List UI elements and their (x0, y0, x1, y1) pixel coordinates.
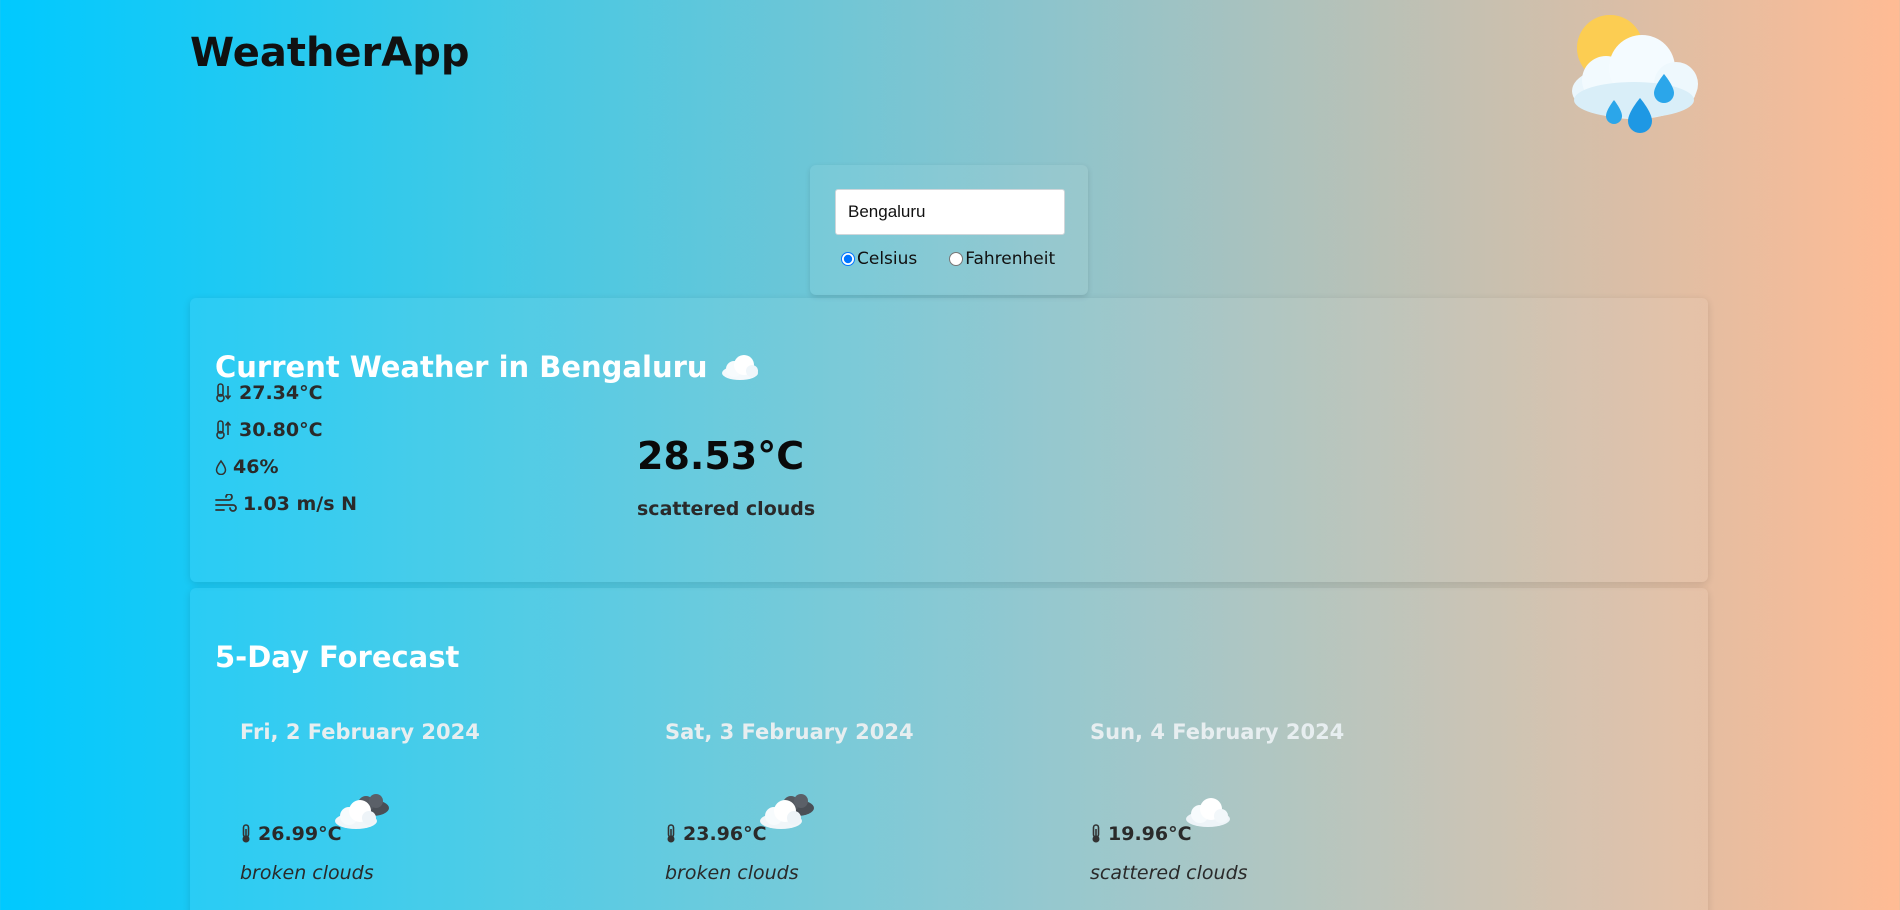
current-weather-card: Current Weather in Bengaluru 27.34°C 30.… (190, 298, 1708, 582)
forecast-temp: 26.99°C (240, 823, 342, 845)
broken-clouds-icon (760, 794, 814, 829)
min-temp-value: 27.34°C (239, 382, 323, 404)
current-weather-heading: Current Weather in Bengaluru (215, 350, 760, 384)
cloud-icon (721, 355, 758, 380)
max-temp: 30.80°C (215, 419, 323, 441)
forecast-date: Fri, 2 February 2024 (240, 720, 480, 744)
forecast-date: Sun, 4 February 2024 (1090, 720, 1345, 744)
broken-clouds-icon (335, 794, 389, 829)
celsius-label: Celsius (857, 249, 918, 269)
thermometer-icon (242, 824, 250, 843)
celsius-option[interactable]: Celsius (835, 249, 917, 269)
forecast-title: 5-Day Forecast (215, 640, 460, 674)
fahrenheit-option[interactable]: Fahrenheit (943, 249, 1055, 269)
app-title: WeatherApp (190, 30, 470, 76)
forecast-temp-value: 19.96°C (1108, 823, 1192, 845)
thermometer-icon (667, 824, 675, 843)
fahrenheit-label: Fahrenheit (965, 249, 1056, 269)
current-condition: scattered clouds (637, 498, 816, 520)
current-weather-title: Current Weather in Bengaluru (215, 350, 708, 384)
humidity: 46% (215, 456, 278, 478)
min-temp: 27.34°C (215, 382, 323, 404)
fahrenheit-radio[interactable] (949, 252, 964, 266)
forecast-temp-value: 26.99°C (258, 823, 342, 845)
celsius-radio[interactable] (841, 252, 855, 266)
forecast-date: Sat, 3 February 2024 (665, 720, 914, 744)
forecast-desc: scattered clouds (1090, 862, 1248, 884)
forecast-day: Sun, 4 February 2024 19.96°C scattered c… (1090, 720, 1470, 900)
forecast-day: Fri, 2 February 2024 26.99°C broken clou… (240, 720, 620, 900)
wind-icon (215, 494, 237, 512)
thermometer-down-icon (216, 383, 232, 403)
search-panel: Celsius Fahrenheit (810, 165, 1088, 295)
unit-selector: Celsius Fahrenheit (835, 249, 1072, 269)
city-search-input[interactable] (835, 189, 1065, 235)
forecast-desc: broken clouds (665, 862, 799, 884)
thermometer-icon (1092, 824, 1100, 843)
forecast-card: 5-Day Forecast Fri, 2 February 2024 26.9… (190, 588, 1708, 910)
forecast-day: Sat, 3 February 2024 23.96°C broken clou… (665, 720, 1045, 900)
forecast-temp-value: 23.96°C (683, 823, 767, 845)
forecast-temp: 23.96°C (665, 823, 767, 845)
forecast-desc: broken clouds (240, 862, 374, 884)
forecast-temp: 19.96°C (1090, 823, 1192, 845)
max-temp-value: 30.80°C (239, 419, 323, 441)
current-temperature: 28.53°C (637, 434, 805, 478)
wind: 1.03 m/s N (215, 493, 357, 515)
sun-cloud-rain-icon (1568, 8, 1700, 140)
scattered-clouds-icon (1186, 798, 1230, 827)
droplet-icon (215, 459, 227, 475)
thermometer-up-icon (216, 420, 232, 440)
wind-value: 1.03 m/s N (243, 493, 358, 515)
humidity-value: 46% (233, 456, 279, 478)
